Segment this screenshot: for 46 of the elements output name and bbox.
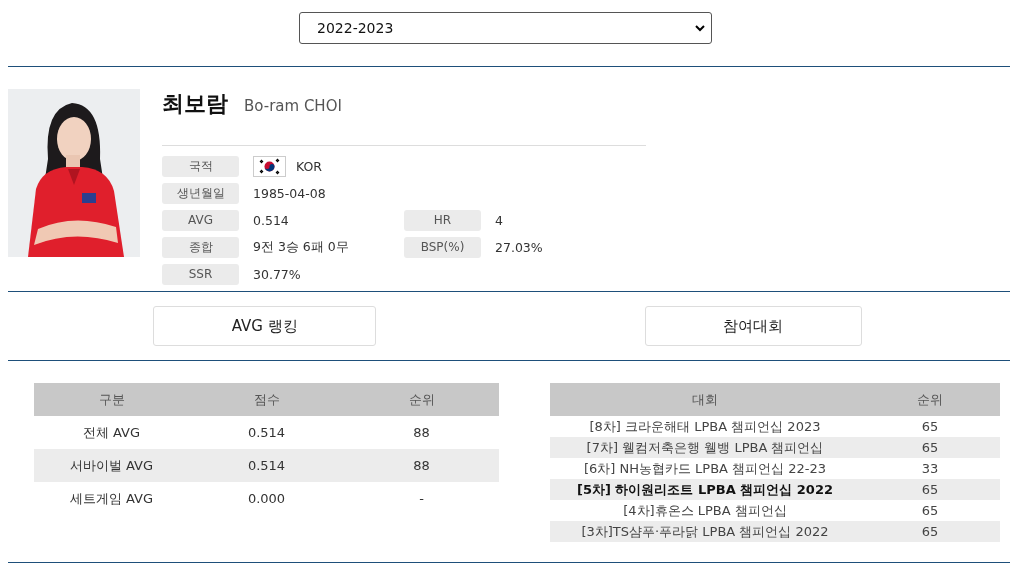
player-name: 최보람 (162, 90, 228, 118)
section-button[interactable]: AVG 랭킹 (153, 306, 377, 346)
table-cell-text: 세트게임 AVG (68, 489, 155, 508)
caret-icon (695, 24, 705, 32)
event-link[interactable]: [4차]휴온스 LPBA 챔피언십 (550, 501, 860, 520)
field-label: 생년월일 (162, 183, 239, 204)
section-button[interactable]: 참여대회 (644, 306, 862, 346)
field-label: AVG (162, 210, 239, 231)
season-select[interactable]: 2022-2023 (299, 12, 712, 44)
table-cell-text: 88 (412, 425, 431, 440)
column-header: 구분 (97, 390, 126, 409)
table-cell-text: - (418, 491, 425, 506)
table-cell-text: 65 (920, 440, 940, 455)
table-cell-text: 0.514 (246, 425, 287, 440)
field-value: 4 (494, 213, 504, 228)
field-label: 국적 (162, 156, 239, 177)
field-value: 30.77% (253, 267, 301, 282)
event-link[interactable]: [6차] NH농협카드 LPBA 챔피언십 22-23 (550, 459, 860, 478)
table-cell-text: 0.000 (246, 491, 287, 506)
field-value: 1985-04-08 (253, 186, 326, 201)
field-value: 27.03% (494, 240, 544, 255)
table-cell-text: 88 (412, 458, 431, 473)
field-label: 종합 (162, 237, 239, 258)
field-label: SSR (162, 264, 239, 285)
table-cell-text: 65 (920, 419, 940, 434)
field-label: HR (404, 210, 481, 231)
table-cell-text: 33 (920, 461, 940, 476)
table-cell-text: 전체 AVG (81, 423, 142, 442)
event-link[interactable]: [3차]TS샴푸·푸라닭 LPBA 챔피언십 2022 (550, 522, 860, 541)
field-value: 0.514 (253, 213, 289, 228)
table-cell-text: 0.514 (246, 458, 287, 473)
column-header: 대회 (691, 390, 719, 409)
field-value: 9전 3승 6패 0무 (253, 239, 349, 256)
column-header: 순위 (407, 390, 436, 409)
player-english-name: Bo-ram CHOI (244, 97, 342, 115)
column-header: 점수 (252, 390, 281, 409)
field-value: KOR (296, 159, 323, 174)
field-label: BSP(%) (404, 237, 481, 258)
event-link[interactable]: [5차] 하이원리조트 LPBA 챔피언십 2022 (550, 480, 860, 499)
table-cell-text: 서바이벌 AVG (68, 456, 155, 475)
column-header: 순위 (916, 390, 944, 409)
table-cell-text: 65 (920, 524, 940, 539)
event-link[interactable]: [7차] 웰컴저축은행 웰뱅 LPBA 챔피언십 (550, 438, 860, 457)
event-link[interactable]: [8차] 크라운해태 LPBA 챔피언십 2023 (550, 417, 860, 436)
table-cell-text: 65 (920, 503, 940, 518)
table-cell-text: 65 (920, 482, 940, 497)
